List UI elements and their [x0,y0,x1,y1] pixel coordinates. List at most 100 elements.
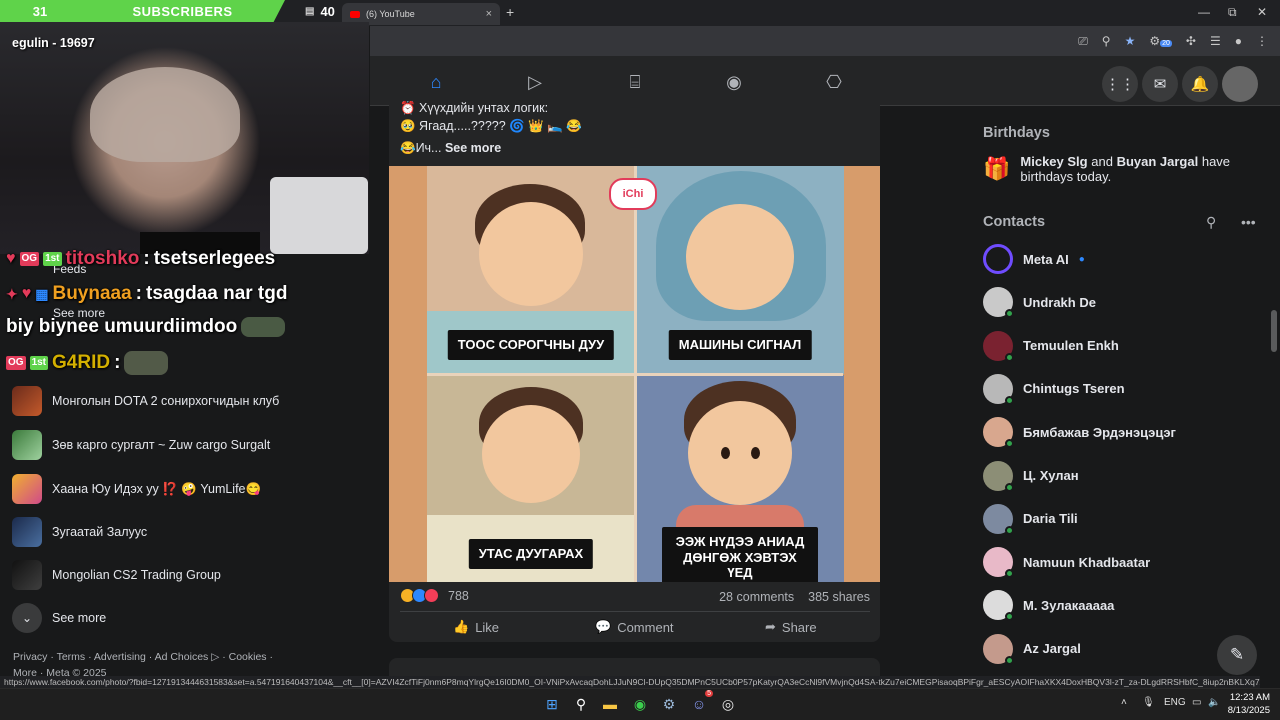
extension-icon[interactable]: ⚙ 20 [1149,34,1172,49]
footer-line[interactable]: Privacy · Terms · Advertising · Ad Choic… [13,650,303,666]
search-contacts-icon[interactable]: ⚲ [1206,214,1216,231]
menu-dots-icon[interactable]: ⋮ [1256,34,1268,49]
like-button[interactable]: 👍 Like [453,619,499,635]
contact-item[interactable]: Az Jargal [983,633,1081,665]
address-bar[interactable]: ⎚ ⚲ ★ ⚙ 20 ✣ ☰ ● ⋮ [370,26,1280,56]
messenger-icon[interactable]: ✉ [1142,66,1178,102]
contact-item[interactable]: Temuulen Enkh [983,330,1119,362]
contact-item[interactable]: М. Зулакаааaa [983,590,1114,622]
comment-bubble-icon: 💬 [595,619,612,634]
birthday-person[interactable]: Buyan Jargal [1117,154,1199,169]
see-more-post-link[interactable]: See more [445,141,501,155]
steam-icon[interactable]: ⚙ [659,694,679,714]
contact-item[interactable]: Undrakh De [983,287,1096,319]
comment-label: Comment [617,619,674,635]
contact-avatar [983,330,1014,362]
tray-chevron-icon[interactable]: ˄ [1121,697,1127,708]
shortcut-zugaatai[interactable]: Зугаатай Залуус [12,517,282,547]
comments-count-link[interactable]: 28 comments [719,590,794,604]
contact-item[interactable]: Chintugs Tseren [983,373,1125,405]
contact-name: Chintugs Tseren [1023,381,1125,397]
contact-item[interactable]: Meta AI ● [983,244,1085,274]
post-text-prefix: 😂Ич... [400,141,442,155]
search-icon[interactable]: ⚲ [571,694,591,714]
microphone-icon[interactable]: 🎙 [1142,697,1155,708]
thumbs-up-icon: 👍 [453,619,470,634]
viewer-count: 40 [320,4,335,19]
video-icon[interactable]: ▷ [523,70,547,94]
comment-button[interactable]: 💬 Comment [595,619,674,635]
cast-icon[interactable]: ⎚ [1078,34,1088,49]
shortcut-label: Зугаатай Залуус [52,525,148,539]
new-tab-button[interactable]: + [506,4,514,20]
contact-item[interactable]: Бямбажав Эрдэнэцэцэг [983,417,1176,449]
new-message-compose-icon[interactable]: ✎ [1217,635,1257,675]
menu-grid-icon[interactable]: ⋮⋮ [1102,66,1138,102]
shortcut-yumlife[interactable]: Хаана Юу Идэх уу ⁉️ 🤪 YumLife😋 [12,474,282,504]
reaction-count: 788 [448,588,469,603]
group-thumbnail [12,560,42,590]
share-button[interactable]: ➦ Share [765,619,817,635]
contact-avatar [983,547,1014,579]
shortcut-cargo[interactable]: Зөв карго сургалт ~ Zuw cargo Surgalt [12,430,282,460]
shortcut-label: Хаана Юу Идэх уу ⁉️ 🤪 YumLife😋 [52,481,262,496]
reaction-summary[interactable]: 788 [400,588,469,603]
contact-item[interactable]: Namuun Khadbaatar [983,547,1150,579]
contact-item[interactable]: Daria Tili [983,503,1078,535]
post-text-line: 🥹 Ягаад.....????? 🌀 👑 🛌 😂 [400,119,582,133]
birthday-text: Mickey Slg and Buyan Jargal have birthda… [1020,154,1258,184]
minimize-button[interactable]: — [1198,5,1210,19]
profile-avatar-icon[interactable]: ● [1235,34,1242,49]
viewer-icon: ▤ [305,6,315,17]
zoom-icon[interactable]: ⚲ [1102,34,1111,49]
bookmark-star-icon[interactable]: ★ [1125,34,1136,49]
birthday-person[interactable]: Mickey Slg [1020,154,1087,169]
tab-close-icon[interactable]: × [486,8,492,20]
network-icon[interactable]: ▭ [1192,697,1201,708]
chat-username: titoshko [65,248,140,269]
shortcut-label: Монголын DOTA 2 сонирхогчидын клуб [52,394,280,408]
contacts-heading: Contacts [983,214,1046,230]
subscriber-count: 31 [32,3,48,19]
obs-icon[interactable]: ◎ [718,694,738,714]
contact-item[interactable]: Ц. Хулан [983,460,1079,492]
contact-name: Бямбажав Эрдэнэцэцэг [1023,424,1176,440]
birthday-notice[interactable]: 🎁 Mickey Slg and Buyan Jargal have birth… [983,154,1258,184]
account-avatar[interactable] [1222,66,1258,102]
baby-eye [751,447,760,459]
chat-username: Buynaaa [52,283,132,304]
notifications-bell-icon[interactable]: 🔔 [1182,66,1218,102]
group-thumbnail [12,430,42,460]
online-status-dot [1005,395,1014,405]
post-stats: 28 comments 385 shares [719,590,870,604]
contacts-options-icon[interactable]: ••• [1241,214,1256,230]
see-more-shortcuts[interactable]: ⌄ See more [12,603,282,633]
system-clock[interactable]: 12:23 AM 8/13/2025 [1226,692,1270,718]
close-window-button[interactable]: ✕ [1257,5,1267,19]
discord-icon[interactable]: ☺ 5 [689,690,713,714]
windows-start-icon[interactable]: ⊞ [542,694,562,714]
puzzle-icon[interactable]: ✣ [1186,34,1196,49]
home-icon[interactable]: ⌂ [424,70,448,94]
gaming-icon[interactable]: ⎔ [822,70,846,94]
first-badge: 1st [29,356,49,370]
chat-text: biy biynee umuurdiimdoo [6,316,238,337]
groups-icon[interactable]: ◉ [722,70,746,94]
marketplace-icon[interactable]: ⌸ [623,70,647,94]
shortcut-cs2[interactable]: Mongolian CS2 Trading Group [12,560,282,590]
file-explorer-icon[interactable]: ▬ [600,694,620,714]
online-status-dot [1005,482,1014,492]
reading-list-icon[interactable]: ☰ [1210,34,1221,49]
page-scrollbar[interactable] [1271,310,1277,352]
volume-icon[interactable]: 🔈 [1208,697,1220,708]
maximize-button[interactable]: ⧉ [1228,5,1237,20]
viewer-counter: ▤ 40 [305,4,335,19]
baby-face [688,401,792,505]
chrome-icon[interactable]: ◉ [630,694,650,714]
chat-message: biy biynee umuurdiimdoo [6,316,286,338]
shares-count-link[interactable]: 385 shares [808,590,870,604]
baby-face [479,202,583,306]
shortcut-dota2[interactable]: Монголын DOTA 2 сонирхогчидын клуб [12,386,282,416]
post-image[interactable]: ТООС СОРОГЧНЫ ДУУ МАШИНЫ СИГНАЛ УТАС ДУУ… [389,166,880,582]
language-indicator[interactable]: ENG [1164,697,1186,708]
